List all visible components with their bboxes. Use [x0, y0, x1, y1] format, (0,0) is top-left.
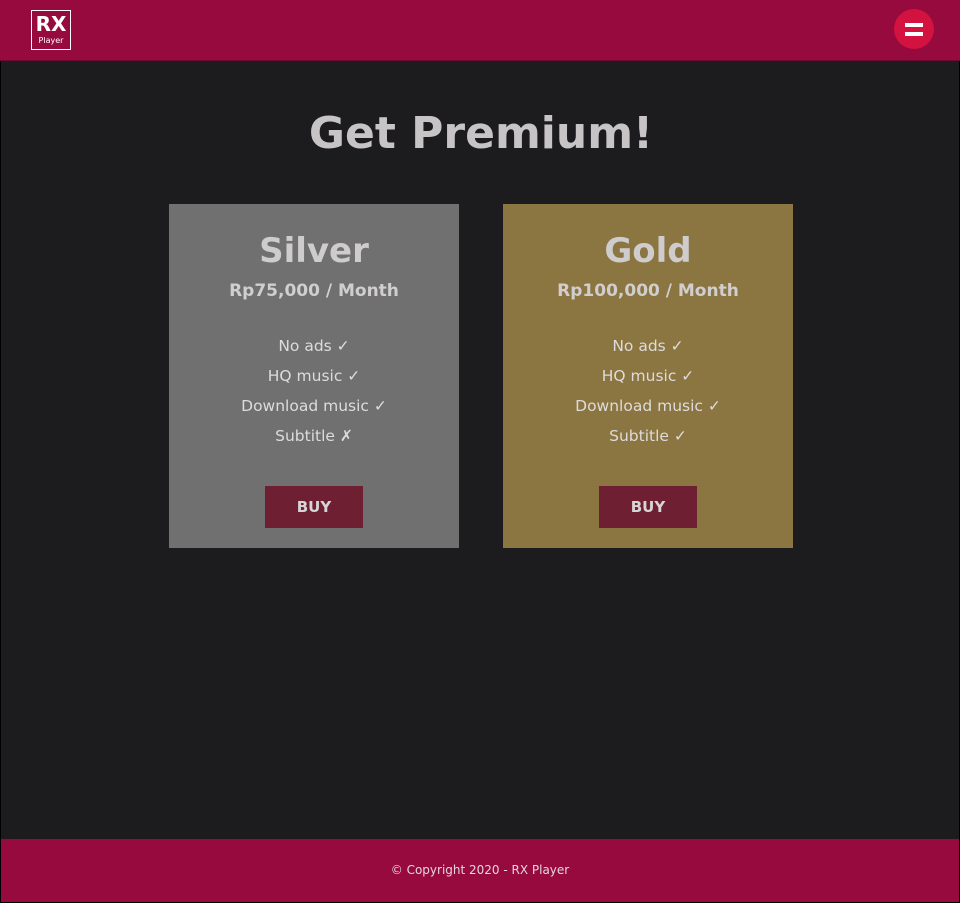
- plan-price: Rp75,000 / Month: [229, 281, 399, 301]
- feature-item: HQ music ✓: [601, 367, 695, 385]
- feature-item: Subtitle ✗: [275, 427, 353, 445]
- footer: © Copyright 2020 - RX Player: [0, 839, 960, 903]
- feature-item: HQ music ✓: [267, 367, 361, 385]
- plan-price: Rp100,000 / Month: [557, 281, 739, 301]
- logo-main-text: RX: [35, 12, 67, 36]
- hamburger-menu-icon[interactable]: [894, 9, 934, 49]
- menu-bar-top: [905, 23, 923, 27]
- feature-list: No ads ✓ HQ music ✓ Download music ✓ Sub…: [503, 331, 793, 451]
- feature-item: No ads ✓: [612, 337, 684, 355]
- top-navbar: RX Player: [0, 0, 960, 61]
- plan-card-gold: Gold Rp100,000 / Month No ads ✓ HQ music…: [503, 204, 793, 548]
- copyright-text: © Copyright 2020 - RX Player: [390, 863, 570, 877]
- page-title: Get Premium!: [308, 108, 654, 159]
- feature-item: Download music ✓: [241, 397, 387, 415]
- feature-item: Subtitle ✓: [609, 427, 687, 445]
- feature-list: No ads ✓ HQ music ✓ Download music ✓ Sub…: [169, 331, 459, 451]
- logo-sub-text: Player: [38, 36, 64, 45]
- rx-player-logo[interactable]: RX Player: [31, 10, 71, 50]
- plan-name: Gold: [604, 231, 692, 271]
- plan-card-silver: Silver Rp75,000 / Month No ads ✓ HQ musi…: [169, 204, 459, 548]
- menu-bar-bottom: [905, 32, 923, 36]
- buy-silver-button[interactable]: BUY: [265, 486, 363, 528]
- feature-item: No ads ✓: [278, 337, 350, 355]
- main-content: Get Premium! Silver Rp75,000 / Month No …: [0, 61, 960, 839]
- feature-item: Download music ✓: [575, 397, 721, 415]
- buy-gold-button[interactable]: BUY: [599, 486, 697, 528]
- plan-name: Silver: [259, 231, 369, 271]
